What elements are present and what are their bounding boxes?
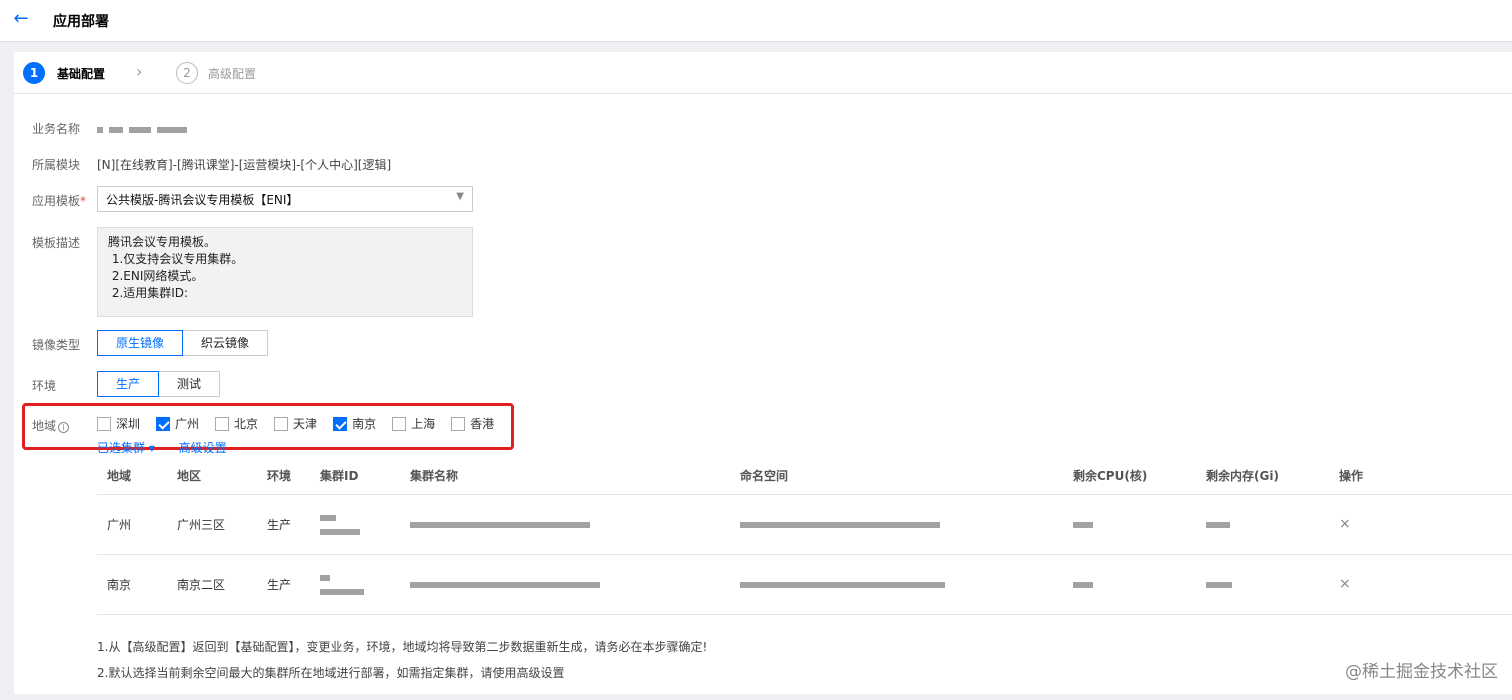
cell-action: × — [1329, 554, 1512, 615]
cell-cluster-name-redacted — [400, 554, 730, 615]
cell-cpu-redacted — [1063, 554, 1196, 615]
checkbox-icon — [274, 416, 289, 431]
checkbox-icon — [97, 416, 111, 431]
col-action: 操作 — [1329, 457, 1512, 495]
region-checkbox-nanjing[interactable]: 南京 — [333, 415, 376, 432]
template-select-value: 公共模版-腾讯会议专用模板【ENI】 — [106, 193, 299, 207]
region-checkboxes: 深圳 广州 北京 天津 南京 上海 香港 — [97, 415, 510, 432]
business-name-label: 业务名称 — [32, 122, 81, 136]
cell-cluster-name-redacted — [400, 494, 730, 555]
selected-clusters-link[interactable]: 已选集群 ▾ — [97, 441, 155, 455]
env-prod-button[interactable]: 生产 — [97, 371, 160, 397]
env-test-button[interactable]: 测试 — [159, 371, 221, 397]
col-memory: 剩余内存(Gi) — [1196, 457, 1329, 495]
col-cpu: 剩余CPU(核) — [1063, 457, 1196, 495]
region-checkbox-beijing[interactable]: 北京 — [215, 415, 258, 432]
note-2: 2.默认选择当前剩余空间最大的集群所在地域进行部署，如需指定集群，请使用高级设置 — [97, 666, 565, 680]
remove-icon[interactable]: × — [1339, 516, 1351, 532]
cell-env: 生产 — [257, 554, 310, 615]
top-bar: ← 应用部署 — [0, 0, 1512, 42]
env-label: 环境 — [32, 379, 57, 393]
image-type-label: 镜像类型 — [32, 338, 81, 352]
image-type-zhiyun-button[interactable]: 织云镜像 — [183, 330, 269, 356]
cell-memory-redacted — [1196, 554, 1329, 615]
template-desc-label: 模板描述 — [32, 236, 81, 250]
business-name-value-redacted — [97, 122, 193, 136]
watermark: @稀土掘金技术社区 — [1345, 662, 1498, 682]
col-cluster-id: 集群ID — [310, 457, 400, 495]
table-header-row: 地域 地区 环境 集群ID 集群名称 命名空间 剩余CPU(核) 剩余内存(Gi… — [97, 457, 1512, 495]
checkbox-icon — [392, 416, 407, 431]
advanced-settings-link[interactable]: 高级设置 — [179, 441, 227, 455]
cell-memory-redacted — [1196, 494, 1329, 555]
table-row: 南京 南京二区 生产 × — [97, 554, 1512, 615]
module-value: [N][在线教育]-[腾讯课堂]-[运营模块]-[个人中心][逻辑] — [97, 158, 392, 172]
cluster-links: 已选集群 ▾ 高级设置 — [97, 439, 247, 456]
step-2-label[interactable]: 高级配置 — [208, 65, 256, 82]
step-2-number[interactable]: 2 — [176, 62, 198, 84]
step-1-number[interactable]: 1 — [23, 62, 45, 84]
col-env: 环境 — [257, 457, 310, 495]
chevron-right-icon: › — [136, 62, 143, 81]
template-desc: 腾讯会议专用模板。 1.仅支持会议专用集群。 2.ENI网络模式。 2.适用集群… — [97, 227, 473, 317]
table-row: 广州 广州三区 生产 × — [97, 494, 1512, 555]
cell-cpu-redacted — [1063, 494, 1196, 555]
checkbox-checked-icon — [333, 416, 348, 431]
image-type-segment: 原生镜像 织云镜像 — [97, 330, 269, 356]
cell-area: 广州三区 — [167, 494, 257, 555]
cluster-table: 地域 地区 环境 集群ID 集群名称 命名空间 剩余CPU(核) 剩余内存(Gi… — [97, 457, 1512, 615]
cell-region: 广州 — [97, 494, 167, 555]
cell-namespace-redacted — [730, 554, 1063, 615]
image-type-native-button[interactable]: 原生镜像 — [97, 330, 184, 356]
remove-icon[interactable]: × — [1339, 576, 1351, 592]
notes: 1.从【高级配置】返回到【基础配置】，变更业务，环境，地域均将导致第二步数据重新… — [97, 634, 707, 686]
col-region: 地域 — [97, 457, 167, 495]
steps-bar: 1 基础配置 › 2 高级配置 — [14, 52, 1512, 94]
region-checkbox-tianjin[interactable]: 天津 — [274, 415, 317, 432]
cell-action: × — [1329, 494, 1512, 555]
module-label: 所属模块 — [32, 158, 81, 172]
env-segment: 生产 测试 — [97, 371, 221, 397]
caret-down-icon: ▼ — [456, 191, 464, 202]
cell-cluster-id-redacted — [310, 494, 400, 555]
checkbox-checked-icon — [156, 416, 171, 431]
col-namespace: 命名空间 — [730, 457, 1063, 495]
region-checkbox-guangzhou[interactable]: 广州 — [156, 415, 199, 432]
template-select[interactable]: 公共模版-腾讯会议专用模板【ENI】 ▼ — [97, 186, 473, 212]
region-checkbox-shanghai[interactable]: 上海 — [392, 415, 435, 432]
main-card: 1 基础配置 › 2 高级配置 业务名称 所属模块 [N][在线教育]-[腾讯课… — [14, 52, 1512, 694]
region-checkbox-hongkong[interactable]: 香港 — [451, 415, 494, 432]
region-label: 地域 i — [32, 417, 70, 434]
info-icon[interactable]: i — [58, 422, 70, 433]
cell-env: 生产 — [257, 494, 310, 555]
col-cluster-name: 集群名称 — [400, 457, 730, 495]
checkbox-icon — [451, 416, 466, 431]
cell-region: 南京 — [97, 554, 167, 615]
page-title: 应用部署 — [53, 14, 109, 30]
arrow-left-icon[interactable]: ← — [10, 8, 32, 30]
cell-area: 南京二区 — [167, 554, 257, 615]
cell-namespace-redacted — [730, 494, 1063, 555]
template-label: 应用模板* — [32, 194, 87, 208]
cell-cluster-id-redacted — [310, 554, 400, 615]
col-area: 地区 — [167, 457, 257, 495]
note-1: 1.从【高级配置】返回到【基础配置】，变更业务，环境，地域均将导致第二步数据重新… — [97, 640, 708, 654]
region-checkbox-shenzhen[interactable]: 深圳 — [97, 415, 140, 432]
step-1-label[interactable]: 基础配置 — [57, 65, 105, 82]
checkbox-icon — [215, 416, 230, 431]
